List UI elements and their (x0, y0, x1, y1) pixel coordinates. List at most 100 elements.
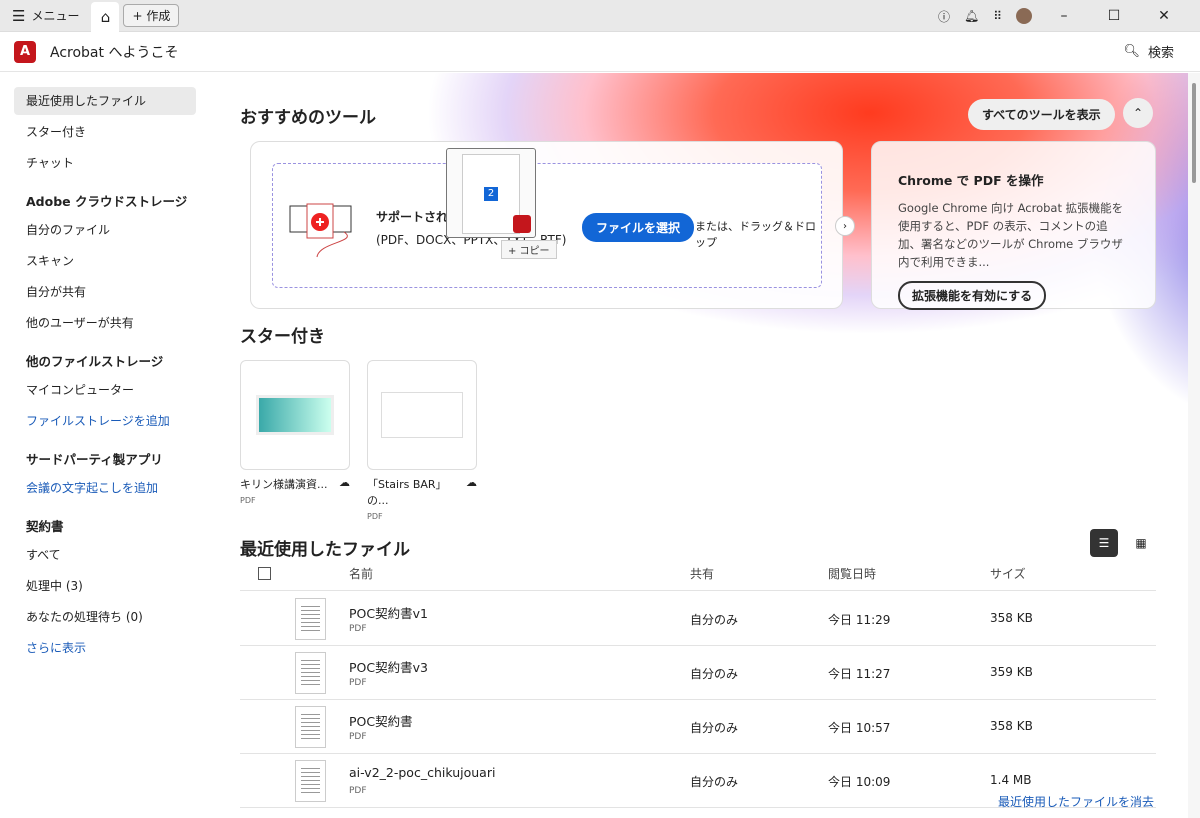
scrollbar[interactable] (1188, 73, 1200, 818)
table-row[interactable]: POC契約書v3 PDF 自分のみ 今日 11:27 359 KB (240, 646, 1156, 700)
section-heading: 他のファイルストレージ (26, 354, 164, 369)
page-count-badge: 2 (484, 187, 498, 201)
tools-title: おすすめのツール (240, 108, 376, 128)
app-header: A Acrobat へようこそ 🔍︎ 検索 (0, 32, 1200, 72)
section-heading: Adobe クラウドストレージ (26, 194, 188, 209)
sidebar-item-scan[interactable]: スキャン (14, 247, 196, 275)
file-type: PDF (349, 678, 367, 688)
home-tab[interactable]: ⌂ (91, 1, 120, 32)
file-name: ai-v2_2-poc_chikujouari (349, 765, 496, 780)
share-status: 自分のみ (690, 721, 739, 735)
show-all-tools-button[interactable]: すべてのツールを表示 (968, 99, 1115, 130)
main-content: おすすめのツール すべてのツールを表示 ⌃ サポートされて (PDF、DOCX、… (210, 73, 1188, 818)
show-more-link[interactable]: さらに表示 (14, 634, 196, 662)
sidebar-item-starred[interactable]: スター付き (14, 118, 196, 146)
file-size: 358 KB (990, 611, 1033, 625)
file-thumbnail (367, 360, 477, 470)
starred-title: スター付き (240, 327, 325, 347)
col-size[interactable]: サイズ (990, 565, 1026, 582)
file-type: PDF (240, 496, 256, 505)
file-type: PDF (349, 624, 367, 634)
file-thumbnail (295, 760, 326, 802)
home-icon: ⌂ (100, 7, 111, 26)
viewed-date: 今日 11:29 (828, 613, 891, 627)
file-size: 1.4 MB (990, 773, 1032, 787)
collapse-chevron-icon[interactable]: ⌃ (1123, 98, 1153, 128)
search-button[interactable]: 🔍︎ 検索 (1123, 42, 1174, 61)
share-status: 自分のみ (690, 775, 739, 789)
clear-recent-link[interactable]: 最近使用したファイルを消去 (998, 793, 1154, 810)
col-name[interactable]: 名前 (349, 565, 373, 582)
sidebar-item-waiting[interactable]: あなたの処理待ち (0) (14, 603, 196, 631)
pdf-icon (513, 215, 531, 233)
list-view-icon[interactable]: ☰ (1090, 529, 1118, 557)
file-type: PDF (367, 512, 383, 521)
acrobat-logo: A (14, 40, 36, 63)
col-share[interactable]: 共有 (690, 565, 714, 582)
file-thumbnail (295, 598, 326, 640)
sidebar-item-recent[interactable]: 最近使用したファイル (14, 87, 196, 115)
sidebar-item-chat[interactable]: チャット (14, 149, 196, 177)
sidebar-item-my-files[interactable]: 自分のファイル (14, 216, 196, 244)
file-name: POC契約書v1 (349, 606, 428, 621)
file-type: PDF (349, 786, 367, 796)
cloud-icon: ☁ (339, 476, 350, 489)
viewed-date: 今日 10:57 (828, 721, 891, 735)
drop-zone[interactable]: サポートされて (PDF、DOCX、PPTX、TXT、RTF) ファイルを選択 … (272, 163, 822, 288)
table-row[interactable]: POC契約書 PDF 自分のみ 今日 10:57 358 KB (240, 700, 1156, 754)
sidebar-item-shared-by-others[interactable]: 他のユーザーが共有 (14, 309, 196, 337)
create-button[interactable]: + 作成 (123, 4, 180, 27)
sidebar-item-shared-by-me[interactable]: 自分が共有 (14, 278, 196, 306)
search-icon: 🔍︎ (1123, 44, 1140, 59)
app-title: Acrobat へようこそ (50, 44, 179, 61)
file-name: POC契約書v3 (349, 660, 428, 675)
enable-extension-button[interactable]: 拡張機能を有効にする (898, 281, 1047, 310)
chrome-title: Chrome で PDF を操作 (898, 173, 1044, 188)
minimize-button[interactable]: – (1046, 8, 1082, 24)
table-row[interactable]: POC契約書v1 PDF 自分のみ 今日 11:29 358 KB (240, 592, 1156, 646)
add-transcription-link[interactable]: 会議の文字起こしを追加 (14, 474, 196, 502)
viewed-date: 今日 11:27 (828, 667, 891, 681)
table-header: 名前 共有 閲覧日時 サイズ (240, 557, 1156, 591)
drag-drop-hint: または、ドラッグ＆ドロップ (695, 220, 816, 249)
menu-label: メニュー (31, 9, 80, 23)
select-all-checkbox[interactable] (258, 567, 271, 580)
grid-view-icon[interactable]: ▦ (1127, 529, 1155, 557)
sidebar-item-my-computer[interactable]: マイコンピューター (14, 376, 196, 404)
file-thumbnail (295, 652, 326, 694)
create-label: 作成 (146, 9, 171, 23)
copy-tooltip: + コピー (501, 240, 557, 259)
help-icon[interactable]: ⓘ (938, 8, 950, 25)
hamburger-icon: ☰ (12, 6, 26, 25)
sidebar-item-all[interactable]: すべて (14, 541, 196, 569)
cloud-icon: ☁ (466, 476, 477, 489)
file-size: 359 KB (990, 665, 1033, 679)
starred-file[interactable]: キリン様講演資... ☁ PDF (240, 360, 350, 505)
sidebar-item-in-progress[interactable]: 処理中 (3) (14, 572, 196, 600)
maximize-button[interactable]: ☐ (1096, 8, 1132, 24)
menu-button[interactable]: ☰ メニュー (0, 7, 91, 25)
sidebar: 最近使用したファイル スター付き チャット Adobe クラウドストレージ 自分… (0, 73, 210, 818)
col-date[interactable]: 閲覧日時 (828, 565, 876, 582)
file-thumbnail (240, 360, 350, 470)
starred-file[interactable]: 「Stairs BAR」の... ☁ PDF (367, 360, 477, 521)
apps-grid-icon[interactable]: ⠿ (993, 9, 1002, 23)
close-button[interactable]: ✕ (1146, 8, 1182, 24)
search-label: 検索 (1147, 46, 1174, 61)
section-heading: 契約書 (26, 519, 64, 534)
next-arrow-icon[interactable]: › (835, 216, 855, 236)
share-status: 自分のみ (690, 613, 739, 627)
avatar[interactable] (1016, 8, 1032, 24)
bell-icon[interactable]: 🔔︎ (964, 9, 979, 23)
viewed-date: 今日 10:09 (828, 775, 891, 789)
file-convert-icon (289, 203, 352, 258)
share-status: 自分のみ (690, 667, 739, 681)
select-file-button[interactable]: ファイルを選択 (582, 213, 695, 242)
upload-card: サポートされて (PDF、DOCX、PPTX、TXT、RTF) ファイルを選択 … (250, 141, 855, 309)
drag-preview: 2 (446, 148, 536, 238)
file-name: 「Stairs BAR」の... (367, 478, 447, 507)
add-storage-link[interactable]: ファイルストレージを追加 (14, 407, 196, 435)
chrome-card: Chrome で PDF を操作 Google Chrome 向け Acroba… (871, 141, 1156, 310)
file-name: キリン様講演資... (240, 478, 328, 491)
file-size: 358 KB (990, 719, 1033, 733)
